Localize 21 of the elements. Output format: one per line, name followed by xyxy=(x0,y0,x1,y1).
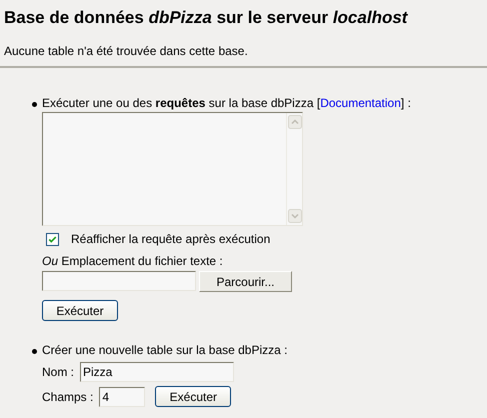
execute-button[interactable]: Exécuter xyxy=(42,300,118,321)
fields-label: Champs : xyxy=(42,390,94,404)
name-label: Nom : xyxy=(42,365,74,379)
create-table-intro: Créer une nouvelle table sur la base dbPizza : xyxy=(42,343,288,358)
browse-button[interactable]: Parcourir... xyxy=(199,271,292,292)
documentation-link[interactable]: Documentation xyxy=(320,96,401,110)
scroll-up-icon[interactable] xyxy=(288,115,302,129)
query-textarea[interactable] xyxy=(42,112,303,226)
status-message: Aucune table n'a été trouvée dans cette base. xyxy=(4,44,249,58)
query-intro: Exécuter une ou des requêtes sur la base dbPizza [Documentation] : xyxy=(42,96,411,111)
scroll-down-icon[interactable] xyxy=(288,209,302,223)
file-path-field[interactable] xyxy=(42,271,196,291)
redisplay-checkbox[interactable] xyxy=(46,232,59,246)
file-location-label: Ou Emplacement du fichier texte : xyxy=(42,254,223,269)
bullet-icon xyxy=(32,349,37,354)
table-name-field[interactable]: Pizza xyxy=(80,362,234,382)
page-title: Base de données dbPizza sur le serveur localhost xyxy=(4,7,409,29)
redisplay-label: Réafficher la requête après exécution xyxy=(71,232,270,246)
field-count-field[interactable]: 4 xyxy=(99,386,146,406)
execute-button[interactable]: Exécuter xyxy=(155,386,232,407)
bullet-icon xyxy=(32,102,37,107)
